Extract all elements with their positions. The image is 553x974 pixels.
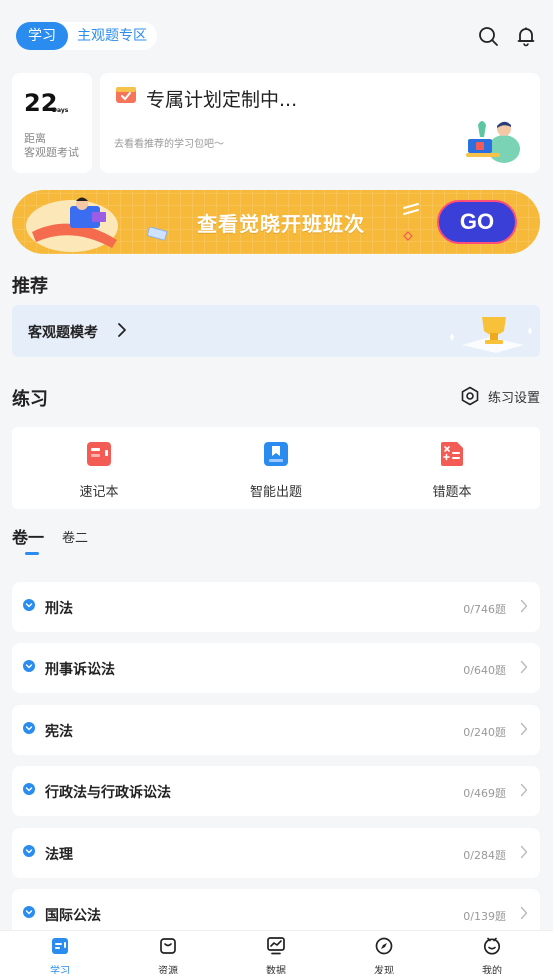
search-icon[interactable] (477, 25, 499, 47)
go-button[interactable]: GO (437, 200, 517, 244)
student-illustration (466, 121, 520, 163)
chevron-right-icon (118, 323, 126, 337)
subject-name: 行政法与行政诉讼法 (45, 785, 171, 801)
plan-subtitle: 去看看推荐的学习包吧〜 (114, 139, 224, 150)
expand-chevron-icon[interactable] (23, 722, 35, 734)
tab-subjective-zone[interactable]: 主观题专区 (68, 22, 147, 50)
subject-progress: 0/240题 (463, 726, 506, 739)
tab-bar-label: 资源 (158, 966, 178, 974)
recommend-item-label: 客观题模考 (28, 325, 98, 341)
banner-text: 查看觉晓开班班次 (197, 212, 365, 236)
subject-name: 刑事诉讼法 (45, 662, 115, 678)
subject-row[interactable]: 宪法 0/240题 (12, 705, 540, 755)
tab-bar-resource[interactable]: 资源 (138, 936, 198, 974)
tab-bar-label: 发现 (374, 966, 394, 974)
chevron-right-icon (520, 845, 528, 859)
top-bar: 学习 主观题专区 (0, 0, 553, 72)
wrong-book-icon (441, 442, 463, 466)
exam-countdown-card[interactable]: 22 Days 距离 客观题考试 (12, 73, 92, 173)
tab-bar-label: 我的 (482, 966, 502, 974)
tab-bar-label: 数据 (266, 966, 286, 974)
ticket-decor-icon (147, 227, 168, 241)
tab-study[interactable]: 学习 (16, 22, 68, 50)
class-schedule-banner[interactable]: 查看觉晓开班班次 GO (12, 190, 540, 254)
expand-chevron-icon[interactable] (23, 845, 35, 857)
countdown-desc-line2: 客观题考试 (24, 146, 79, 159)
tab-bar-profile[interactable]: 我的 (462, 936, 522, 974)
banner-illustration (26, 197, 118, 252)
subject-progress: 0/469题 (463, 787, 506, 800)
chevron-right-icon (520, 599, 528, 613)
chevron-right-icon (520, 783, 528, 797)
data-icon (267, 937, 285, 955)
subject-row[interactable]: 行政法与行政诉讼法 0/469题 (12, 766, 540, 816)
tab-bar-study[interactable]: 学习 (30, 936, 90, 974)
settings-hexagon-icon (461, 386, 479, 406)
trophy-icon (450, 317, 532, 353)
subject-name: 宪法 (45, 724, 73, 740)
active-tab-indicator (25, 552, 39, 555)
countdown-desc: 距离 客观题考试 (24, 132, 100, 160)
tab-bar-discover[interactable]: 发现 (354, 936, 414, 974)
subject-progress: 0/746题 (463, 603, 506, 616)
expand-chevron-icon[interactable] (23, 906, 35, 918)
tab-volume-2[interactable]: 卷二 (62, 527, 88, 546)
subject-row[interactable]: 刑事诉讼法 0/640题 (12, 643, 540, 693)
practice-settings-button[interactable]: 练习设置 (460, 386, 540, 406)
tool-wrong-book[interactable]: 错题本 (402, 441, 502, 500)
expand-chevron-icon[interactable] (23, 783, 35, 795)
tab-bar-data[interactable]: 数据 (246, 936, 306, 974)
tool-label: 错题本 (432, 485, 472, 500)
tab-volume-1[interactable]: 卷一 (12, 524, 44, 548)
recommend-mock-exam[interactable]: 客观题模考 (12, 305, 540, 357)
bottom-tab-bar: 学习 资源 数据 发现 我的 (0, 930, 553, 974)
bell-icon[interactable] (515, 25, 537, 47)
bookmark-icon (264, 442, 288, 466)
notebook-icon (87, 442, 111, 466)
calendar-icon (116, 87, 136, 103)
countdown-desc-line1: 距离 (24, 132, 46, 145)
tool-notebook[interactable]: 速记本 (49, 441, 149, 500)
sparkle-decor-icon (403, 203, 419, 241)
tool-label: 速记本 (79, 485, 119, 500)
chevron-right-icon (520, 722, 528, 736)
practice-settings-label: 练习设置 (488, 390, 541, 406)
tab-bar-label: 学习 (50, 966, 70, 974)
expand-chevron-icon[interactable] (23, 660, 35, 672)
tool-smart-quiz[interactable]: 智能出题 (226, 441, 326, 500)
recommend-heading: 推荐 (12, 276, 48, 297)
practice-tools: 速记本 智能出题 错题本 (12, 427, 540, 509)
expand-chevron-icon[interactable] (23, 599, 35, 611)
chevron-right-icon (520, 660, 528, 674)
tool-label: 智能出题 (249, 485, 302, 500)
countdown-unit: Days (52, 107, 69, 114)
study-icon (52, 938, 68, 954)
subject-progress: 0/284题 (463, 849, 506, 862)
subject-name: 法理 (45, 847, 73, 863)
subject-row[interactable]: 法理 0/284题 (12, 828, 540, 878)
plan-title: 专属计划定制中... (146, 89, 298, 111)
chevron-right-icon (520, 906, 528, 920)
subject-progress: 0/640题 (463, 664, 506, 677)
subject-name: 国际公法 (45, 908, 101, 924)
mode-switch: 学习 主观题专区 (16, 22, 157, 50)
profile-icon (483, 937, 501, 955)
study-plan-card[interactable]: 专属计划定制中... 去看看推荐的学习包吧〜 (100, 73, 540, 173)
subject-name: 刑法 (45, 601, 73, 617)
practice-heading: 练习 (12, 389, 48, 410)
resource-icon (160, 938, 176, 954)
discover-icon (375, 937, 393, 955)
subject-row[interactable]: 刑法 0/746题 (12, 582, 540, 632)
subject-progress: 0/139题 (463, 910, 506, 923)
